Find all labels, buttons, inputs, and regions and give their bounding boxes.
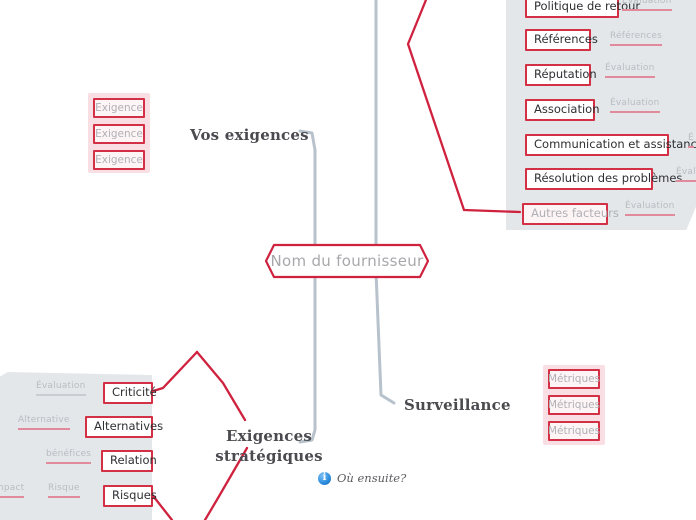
red-branch-left-top (148, 350, 199, 394)
topic-association[interactable]: Association (525, 99, 599, 121)
sublabel-rule (622, 9, 672, 11)
sublabel-rule (610, 44, 663, 46)
topic-reputation[interactable]: Réputation (525, 64, 597, 86)
placeholder-exigence-3[interactable]: Exigence (93, 150, 145, 170)
sublabel-text: bénéfices (46, 449, 92, 459)
topic-resolution-des-problemes[interactable]: Résolution des problèmes (525, 168, 682, 190)
sublabel-text: Alternative (18, 415, 70, 425)
sublabel-text: Évalu (676, 167, 696, 177)
sublabel-reputation: Évaluation (605, 63, 655, 78)
sublabel-criticite: Évaluation (36, 381, 86, 396)
red-branch-right (406, 0, 522, 214)
where-next-link[interactable]: Où ensuite? (318, 471, 406, 485)
where-next-label: Où ensuite? (337, 471, 407, 485)
topic-politique-de-retour[interactable]: Politique de retour (525, 0, 640, 18)
sublabel-text: Évaluation (605, 63, 655, 73)
central-node[interactable]: Nom du fournisseur (264, 243, 430, 279)
topic-communication-et-assistance[interactable]: Communication et assistance (525, 134, 696, 156)
sublabel-resolution: Évalu (676, 167, 696, 182)
sublabel-rule (48, 496, 80, 498)
sublabel-text: Évaluation (625, 201, 675, 211)
sublabel-autres-facteurs: Évaluation (625, 201, 675, 216)
branch-title-vos-exigences[interactable]: Vos exigences (190, 126, 309, 144)
placeholder-metriques-3[interactable]: Métriques (548, 421, 600, 441)
sublabel-rule (46, 462, 92, 464)
sublabel-alternatives: Alternative (18, 415, 70, 430)
sublabel-text: Évaluation (36, 381, 86, 391)
branch-title-line-1: Exigences (226, 427, 312, 445)
sublabel-rule (625, 214, 675, 216)
placeholder-metriques-1[interactable]: Métriques (548, 369, 600, 389)
sublabel-text: Impact (0, 483, 25, 493)
sublabel-rule (610, 111, 660, 113)
sublabel-text: Évaluation (622, 0, 672, 6)
topic-relation[interactable]: Relation (101, 450, 157, 472)
info-icon (318, 471, 331, 485)
sublabel-rule (36, 394, 86, 396)
topic-alternatives[interactable]: Alternatives (85, 416, 163, 438)
sublabel-impact: Impact (0, 483, 25, 498)
branch-title-line-2: stratégiques (215, 447, 323, 465)
topic-references[interactable]: Références (525, 29, 598, 51)
mindmap-canvas: Nom du fournisseur Vos exigences Surveil… (0, 0, 696, 520)
sublabel-rule (688, 146, 694, 148)
sublabel-relation: bénéfices (46, 449, 92, 464)
trunk-exigences-strategiques (298, 270, 317, 444)
sublabel-rule (605, 76, 655, 78)
topic-risques[interactable]: Risques (103, 485, 157, 507)
topic-criticite[interactable]: Criticité (103, 382, 157, 404)
sublabel-text: Évaluation (610, 98, 660, 108)
central-node-label: Nom du fournisseur (270, 252, 424, 270)
sublabel-politique-de-retour: Évaluation (622, 0, 672, 11)
sublabel-references: Références (610, 31, 663, 46)
placeholder-exigence-2[interactable]: Exigence (93, 124, 145, 144)
sublabel-risques: Risque (48, 483, 80, 498)
sublabel-rule (18, 428, 70, 430)
sublabel-text: É (688, 133, 694, 143)
placeholder-metriques-2[interactable]: Métriques (548, 395, 600, 415)
sublabel-communication: É (688, 133, 694, 148)
topic-autres-facteurs[interactable]: Autres facteurs (522, 203, 619, 225)
trunk-surveillance (374, 270, 396, 405)
placeholder-exigence-1[interactable]: Exigence (93, 98, 145, 118)
sublabel-text: Risque (48, 483, 80, 493)
trunk-vos-exigences (298, 129, 317, 252)
sublabel-rule (0, 496, 25, 498)
sublabel-rule (676, 180, 696, 182)
sublabel-text: Références (610, 31, 663, 41)
sublabel-association: Évaluation (610, 98, 660, 113)
red-branch-left-top-inner (195, 350, 247, 422)
branch-title-surveillance[interactable]: Surveillance (404, 396, 511, 414)
branch-title-exigences-strategiques[interactable]: Exigences stratégiques (198, 426, 340, 466)
